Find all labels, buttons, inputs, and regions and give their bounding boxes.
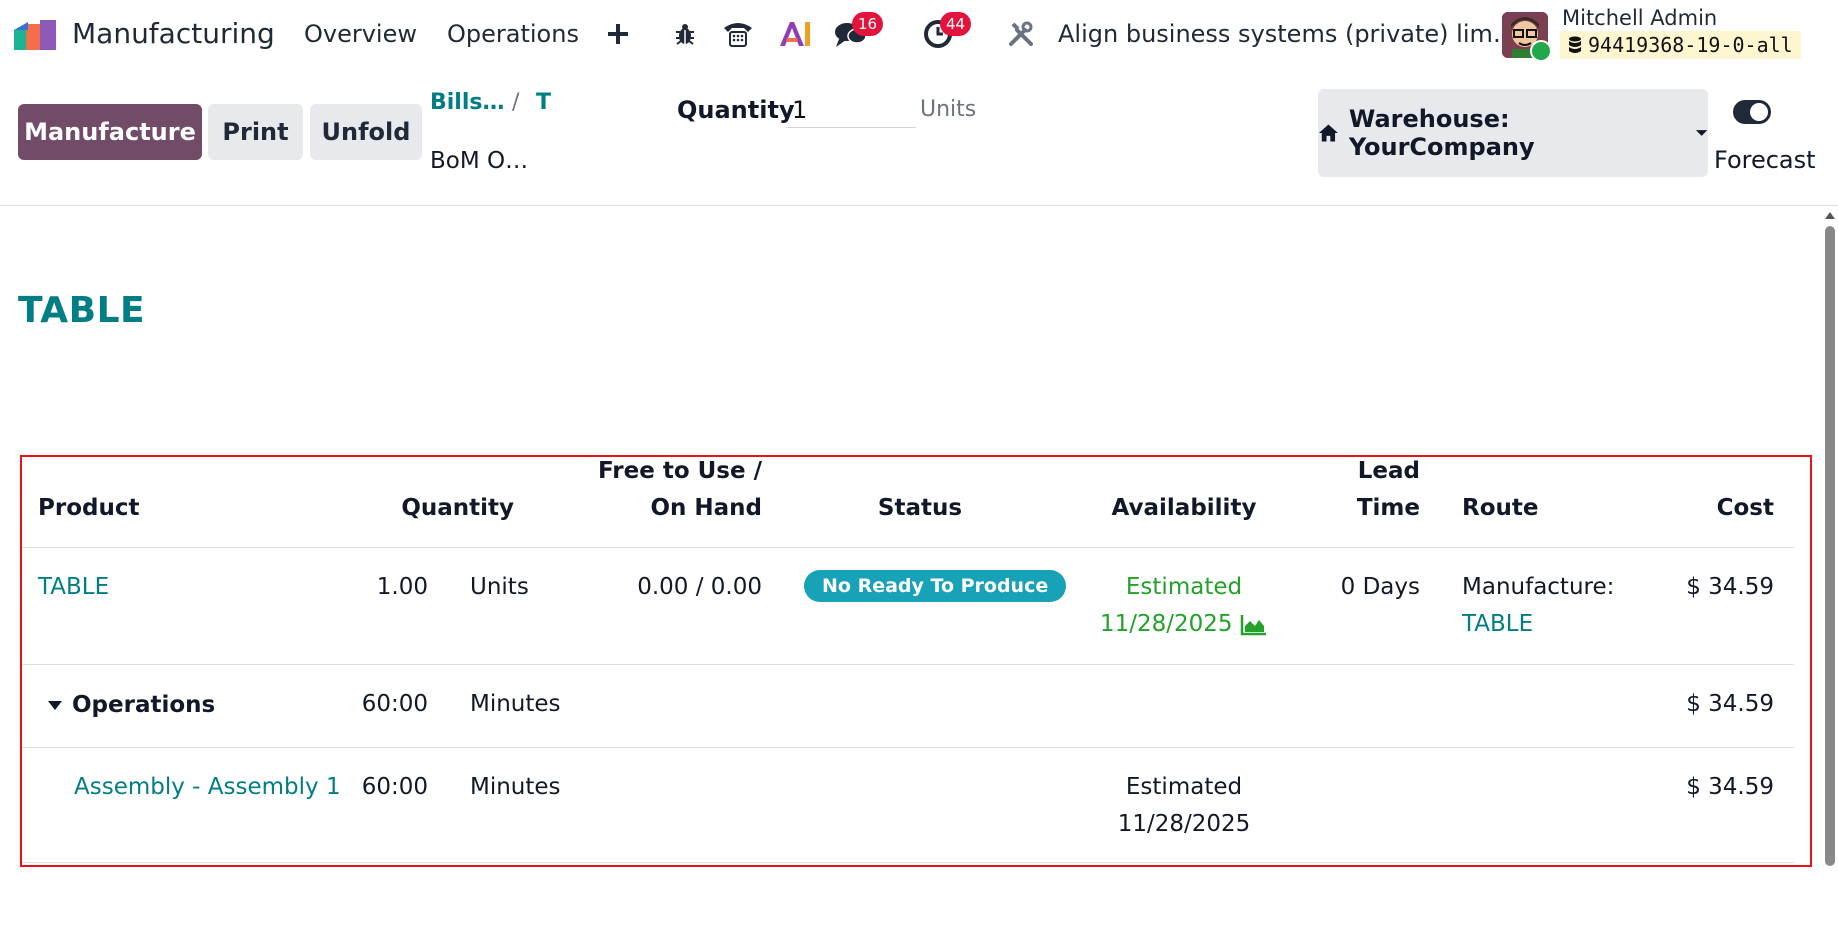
header-lead: Lead: [1357, 458, 1420, 484]
manufacturing-app-icon[interactable]: [12, 18, 60, 52]
breadcrumb-separator: /: [512, 90, 520, 115]
forecast-toggle[interactable]: [1733, 100, 1771, 124]
menu-overview[interactable]: Overview: [304, 20, 417, 48]
header-product: Product: [38, 495, 140, 521]
header-availability: Availability: [1111, 495, 1257, 521]
operation-quantity: 60:00: [361, 774, 428, 800]
messages-badge: 16: [852, 12, 884, 36]
header-quantity: Quantity: [401, 495, 514, 521]
breadcrumb-bills[interactable]: Bills…: [430, 90, 505, 115]
database-icon: [1569, 36, 1581, 53]
breadcrumb-current: BoM O…: [430, 148, 529, 174]
operations-toggle[interactable]: Operations: [72, 687, 215, 724]
online-status-icon: [1530, 40, 1552, 62]
operation-link[interactable]: Assembly - Assembly 1: [74, 769, 341, 806]
control-panel-divider: [0, 205, 1838, 206]
bug-icon[interactable]: [665, 14, 705, 54]
operations-uom: Minutes: [470, 691, 561, 717]
add-icon[interactable]: [598, 14, 638, 54]
header-status: Status: [877, 495, 963, 521]
status-badge: No Ready To Produce: [804, 570, 1067, 602]
product-cost: $ 34.59: [1686, 574, 1774, 600]
app-name[interactable]: Manufacturing: [72, 17, 275, 50]
product-uom: Units: [470, 574, 529, 600]
report-title: TABLE: [18, 290, 146, 331]
database-name: 94419368-19-0-all: [1588, 33, 1793, 57]
row-divider: [22, 547, 1794, 548]
home-icon: [1318, 124, 1338, 142]
user-name[interactable]: Mitchell Admin: [1562, 6, 1717, 30]
header-free-to-use: Free to Use /: [598, 458, 762, 484]
product-route: Manufacture:: [1462, 574, 1615, 600]
menu-operations[interactable]: Operations: [447, 20, 579, 48]
row-divider: [22, 862, 1794, 863]
chat-icon[interactable]: 16: [830, 12, 884, 54]
row-divider: [22, 747, 1794, 748]
operation-availability-date: 11/28/2025: [1117, 811, 1251, 837]
warehouse-dropdown[interactable]: Warehouse: YourCompany: [1318, 89, 1708, 177]
product-route-link[interactable]: TABLE: [1462, 606, 1533, 643]
scroll-thumb[interactable]: [1825, 226, 1835, 866]
header-cost: Cost: [1716, 495, 1774, 521]
top-navbar: Manufacturing Overview Operations 16 44 …: [0, 0, 1838, 70]
tools-icon[interactable]: [1001, 14, 1041, 54]
clock-icon[interactable]: 44: [918, 12, 972, 54]
header-lead-time: Time: [1356, 495, 1420, 521]
caret-down-icon: [1695, 130, 1708, 136]
operation-uom: Minutes: [470, 774, 561, 800]
database-tag: 94419368-19-0-all: [1560, 31, 1801, 59]
breadcrumb-table[interactable]: T: [536, 90, 551, 115]
quantity-label: Quantity: [677, 96, 795, 124]
activities-badge: 44: [940, 12, 972, 36]
operations-cost: $ 34.59: [1686, 691, 1774, 717]
header-route: Route: [1462, 495, 1539, 521]
forecast-label: Forecast: [1714, 146, 1816, 174]
operation-availability: Estimated: [1125, 774, 1243, 800]
manufacture-button[interactable]: Manufacture: [18, 104, 202, 160]
operation-cost: $ 34.59: [1686, 774, 1774, 800]
product-lead-time: 0 Days: [1340, 574, 1420, 600]
product-quantity: 1.00: [376, 574, 428, 600]
forecast-chart-icon[interactable]: [1240, 614, 1268, 636]
ai-icon[interactable]: [775, 14, 815, 54]
quantity-unit: Units: [920, 97, 977, 122]
unfold-button[interactable]: Unfold: [310, 104, 422, 160]
product-link[interactable]: TABLE: [38, 569, 109, 606]
operations-quantity: 60:00: [361, 691, 428, 717]
vertical-scrollbar[interactable]: [1822, 208, 1838, 926]
print-button[interactable]: Print: [208, 104, 303, 160]
product-availability-date[interactable]: 11/28/2025: [1100, 606, 1233, 643]
company-switcher[interactable]: Align business systems (private) lim…: [1058, 20, 1517, 48]
quantity-input[interactable]: [786, 92, 916, 128]
warehouse-label: Warehouse: YourCompany: [1348, 105, 1535, 161]
caret-down-icon[interactable]: [47, 700, 63, 712]
product-free-on-hand: 0.00 / 0.00: [637, 574, 762, 600]
phone-icon[interactable]: [718, 14, 758, 54]
product-availability: Estimated: [1125, 574, 1243, 600]
header-on-hand: On Hand: [650, 495, 762, 521]
row-divider: [22, 664, 1794, 665]
scroll-up-icon[interactable]: [1825, 212, 1835, 219]
